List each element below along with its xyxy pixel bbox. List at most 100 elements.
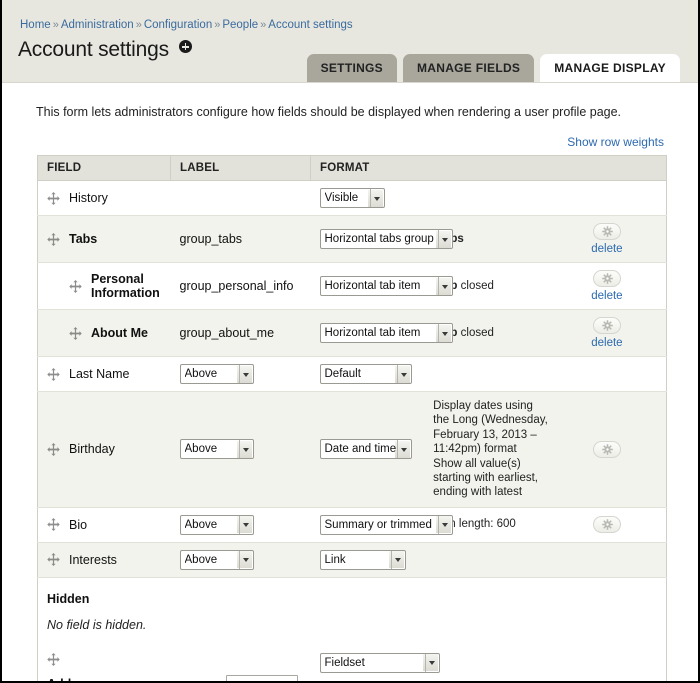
settings-edit-button-bio[interactable]	[592, 515, 621, 533]
breadcrumb-separator: »	[260, 19, 267, 31]
drag-cross-icon[interactable]	[69, 326, 82, 340]
label-machine-name-about-me: group_about_me	[179, 326, 275, 340]
table-row: Last Name Above Default	[37, 356, 667, 392]
table-row: Birthday Above Date and time Display dates …	[37, 391, 667, 508]
group-name-prefix: group_	[180, 677, 222, 681]
cell-format-summary	[429, 356, 548, 392]
show-row-weights-link[interactable]: Show row weights	[567, 135, 664, 149]
cell-label: Above	[170, 542, 311, 578]
label-select-last-name[interactable]: Above	[179, 364, 254, 384]
label-machine-name-tabs: group_tabs	[179, 232, 243, 246]
gear-icon	[602, 320, 613, 332]
format-select-about-me-wrap: Horizontal tab item	[319, 323, 453, 343]
field-label-last-name: Last Name	[69, 367, 130, 381]
cell-field: Birthday	[37, 391, 171, 508]
breadcrumb-item-configuration[interactable]: Configuration	[144, 19, 212, 31]
cell-format-summary	[429, 180, 548, 216]
drag-cross-icon[interactable]	[69, 279, 82, 293]
format-select-about-me[interactable]: Horizontal tab item	[319, 323, 453, 343]
cell-format: Horizontal tabs group	[310, 215, 453, 263]
delete-link-about-me[interactable]: delete	[548, 337, 666, 349]
drag-cross-icon[interactable]	[47, 518, 60, 532]
plus-circle-icon[interactable]	[178, 40, 192, 53]
format-summary-birthday: Display dates using the Long (Wednesday,…	[433, 400, 548, 499]
cell-field: Last Name	[37, 356, 171, 392]
table-row: About Me group_about_me Horizontal tab ite…	[37, 309, 667, 357]
tab-manage-display[interactable]: MANAGE DISPLAY	[540, 53, 680, 82]
breadcrumb-separator: »	[52, 19, 59, 31]
add-new-group-row: Add new groupLabelgroup_Group name (a-z,…	[37, 643, 667, 681]
format-select-bio[interactable]: Summary or trimmed	[319, 514, 453, 535]
delete-link-tabs[interactable]: delete	[548, 243, 666, 255]
format-select-personal-information[interactable]: Horizontal tab item	[319, 276, 453, 296]
label-select-interests-wrap: Above	[179, 549, 254, 570]
drag-cross-icon[interactable]	[47, 367, 60, 381]
add-group-format-select[interactable]: Fieldset	[319, 652, 440, 673]
field-name-cell: Personal Information	[47, 272, 171, 300]
format-select-bio-wrap: Summary or trimmed	[319, 514, 453, 535]
cell-label	[170, 180, 311, 216]
field-label-interests: Interests	[69, 552, 117, 567]
breadcrumb-item-home[interactable]: Home	[20, 19, 51, 31]
breadcrumb-item-people[interactable]: People	[222, 19, 258, 31]
cell-add-new-group-operations	[548, 644, 667, 681]
table-row: History Visible	[37, 180, 667, 216]
cell-label: Above	[170, 507, 311, 543]
format-select-tabs[interactable]: Horizontal tabs group	[319, 229, 453, 249]
drag-cross-icon[interactable]	[47, 191, 60, 205]
format-select-birthday[interactable]: Date and time	[319, 439, 412, 460]
tab-settings[interactable]: SETTINGS	[306, 53, 397, 82]
field-name-cell: Last Name	[47, 367, 171, 381]
field-name-cell: About Me	[47, 326, 171, 340]
column-header-label: LABEL	[170, 155, 311, 181]
hidden-region-heading: Hidden	[37, 577, 667, 612]
cell-format: Horizontal tab item	[310, 309, 453, 357]
table-row: Personal Information group_personal_info H…	[37, 262, 667, 310]
breadcrumb-item-account-settings[interactable]: Account settings	[268, 19, 352, 31]
label-select-interests[interactable]: Above	[179, 549, 254, 570]
settings-edit-button-personal-information[interactable]	[592, 270, 621, 288]
delete-link-personal-information[interactable]: delete	[548, 290, 666, 302]
group-name-row: group_	[180, 674, 311, 681]
cell-label: group_about_me	[170, 309, 311, 357]
cell-field: Personal Information	[37, 262, 171, 310]
drag-cross-icon[interactable]	[47, 442, 60, 456]
label-select-birthday[interactable]: Above	[179, 439, 254, 460]
cell-operations	[547, 391, 667, 508]
format-select-last-name-wrap: Default	[319, 364, 412, 384]
cell-field: Bio	[37, 507, 171, 543]
format-select-interests[interactable]: Link	[319, 549, 406, 570]
page-header-band: Home» Administration» Configuration» People…	[2, 0, 698, 83]
settings-edit-button-about-me[interactable]	[592, 317, 621, 335]
format-select-tabs-wrap: Horizontal tabs group	[319, 229, 453, 249]
cell-operations	[547, 180, 667, 216]
add-group-drag-handle[interactable]	[47, 652, 171, 671]
drag-cross-icon[interactable]	[47, 553, 60, 567]
cell-label: Above	[170, 356, 311, 392]
field-name-cell: Bio	[47, 518, 171, 532]
settings-edit-button-birthday[interactable]	[592, 440, 621, 458]
drag-cross-icon[interactable]	[47, 652, 60, 666]
table-body: History Visible Tabs group_tabs Horizontal t…	[37, 180, 667, 681]
cell-format: Link	[310, 542, 430, 578]
field-name-cell: Birthday	[47, 442, 171, 456]
format-select-interests-wrap: Link	[319, 549, 406, 570]
breadcrumb-item-administration[interactable]: Administration	[61, 19, 134, 31]
table-row: Tabsgroup_tabsHorizontal tabs grouphtabs…	[37, 215, 667, 263]
format-select-personal-information-wrap: Horizontal tab item	[319, 276, 453, 296]
cell-format-summary: Display dates using the Long (Wednesday,…	[429, 391, 548, 508]
table-head: FIELD LABEL FORMAT	[37, 155, 667, 181]
cell-format: Date and time	[310, 391, 430, 508]
settings-edit-button-tabs[interactable]	[592, 223, 621, 241]
add-group-format-select-wrap: Fieldset	[319, 652, 440, 673]
label-select-bio[interactable]: Above	[179, 514, 254, 535]
format-select-last-name[interactable]: Default	[319, 364, 412, 384]
add-group-machine-name-input[interactable]	[225, 674, 298, 681]
breadcrumb-separator: »	[214, 19, 221, 31]
format-select-history[interactable]: Visible	[319, 188, 385, 208]
tab-manage-fields[interactable]: MANAGE FIELDS	[402, 53, 535, 82]
cell-add-new-group-field: Add new groupLabel	[38, 644, 171, 681]
drag-cross-icon[interactable]	[47, 232, 60, 246]
cell-label: group_personal_info	[170, 262, 311, 310]
cell-format: Horizontal tab item	[310, 262, 453, 310]
